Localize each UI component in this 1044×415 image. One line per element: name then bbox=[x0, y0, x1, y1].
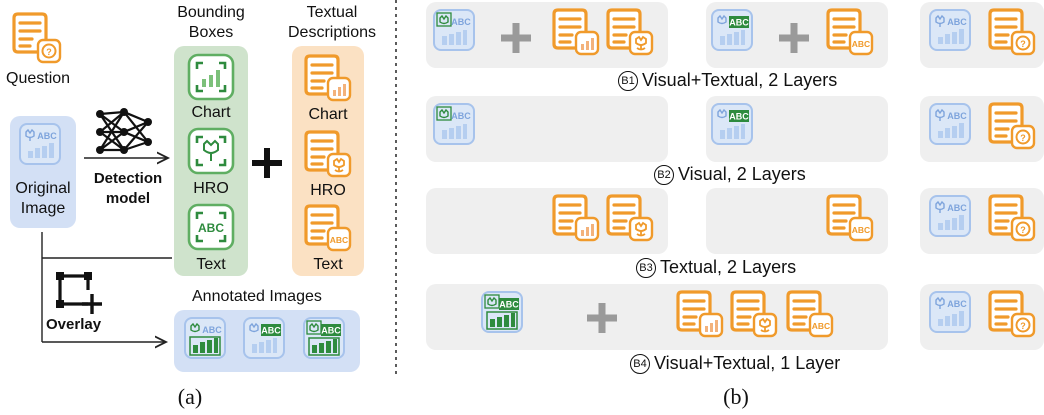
b3-original-image bbox=[929, 195, 971, 237]
b4-plus bbox=[587, 303, 617, 333]
b1-plus-1 bbox=[501, 23, 531, 53]
row-b3-title: B3 Textual, 2 Layers bbox=[636, 257, 796, 278]
row-b2-marker: B2 bbox=[654, 165, 674, 185]
desc-text-icon bbox=[304, 204, 352, 252]
b2-abc-image bbox=[711, 103, 753, 145]
caption-b: (b) bbox=[723, 384, 749, 409]
b1-question-doc bbox=[988, 8, 1036, 56]
bounding-boxes-header-line1: Bounding bbox=[177, 4, 245, 21]
b4-annotated-image bbox=[481, 291, 523, 333]
desc-label-text: Text bbox=[313, 256, 343, 273]
b1-original-image bbox=[929, 9, 971, 51]
b4-question-doc bbox=[988, 290, 1036, 338]
plus-icon bbox=[252, 148, 282, 178]
b1-doc-hro bbox=[606, 8, 654, 56]
annotated-image-all bbox=[303, 317, 345, 359]
b4-doc-hro bbox=[730, 290, 778, 338]
b4-doc-chart bbox=[676, 290, 724, 338]
bbox-hro-icon bbox=[187, 127, 235, 175]
overlay-icon bbox=[56, 272, 102, 314]
b1-doc-chart bbox=[552, 8, 600, 56]
bbox-label-text: Text bbox=[196, 256, 226, 273]
detection-model-label-line2: model bbox=[105, 190, 151, 207]
b3-doc-abc bbox=[826, 194, 874, 242]
b2-annotated-image bbox=[433, 103, 475, 145]
bbox-text-icon bbox=[187, 203, 235, 251]
desc-label-hro: HRO bbox=[310, 182, 346, 199]
b4-original-image bbox=[929, 291, 971, 333]
bbox-label-chart: Chart bbox=[191, 104, 231, 121]
row-b1-title: B1 Visual+Textual, 2 Layers bbox=[618, 70, 837, 91]
row-b1-marker: B1 bbox=[618, 71, 638, 91]
b3-question-doc bbox=[988, 194, 1036, 242]
b3-doc-hro bbox=[606, 194, 654, 242]
annotated-image-abc bbox=[243, 317, 285, 359]
b1-annotated-image bbox=[433, 9, 475, 51]
desc-chart-icon bbox=[304, 54, 352, 102]
panel-divider bbox=[395, 0, 397, 378]
row-b3-marker: B3 bbox=[636, 258, 656, 278]
textual-descriptions-header-line1: Textual bbox=[306, 4, 358, 21]
detection-model-label-line1: Detection bbox=[93, 170, 163, 187]
desc-hro-icon bbox=[304, 130, 352, 178]
annotated-image-chart bbox=[184, 317, 226, 359]
row-b4-marker: B4 bbox=[630, 354, 650, 374]
bbox-label-hro: HRO bbox=[193, 180, 229, 197]
row-b2-title: B2 Visual, 2 Layers bbox=[654, 164, 806, 185]
b1-abc-image bbox=[711, 9, 753, 51]
b1-doc-abc bbox=[826, 8, 874, 56]
b4-doc-abc bbox=[786, 290, 834, 338]
b1-plus-2 bbox=[779, 23, 809, 53]
overlay-label: Overlay bbox=[46, 316, 102, 333]
b2-original-image bbox=[929, 103, 971, 145]
annotated-images-label: Annotated Images bbox=[192, 288, 322, 305]
caption-a: (a) bbox=[177, 384, 203, 409]
row-b4-title: B4 Visual+Textual, 1 Layer bbox=[630, 353, 840, 374]
bbox-chart-icon bbox=[187, 53, 235, 101]
desc-label-chart: Chart bbox=[308, 106, 348, 123]
textual-descriptions-header-line2: Descriptions bbox=[287, 24, 377, 41]
b3-doc-chart bbox=[552, 194, 600, 242]
b2-question-doc bbox=[988, 102, 1036, 150]
bounding-boxes-header-line2: Boxes bbox=[188, 24, 234, 41]
